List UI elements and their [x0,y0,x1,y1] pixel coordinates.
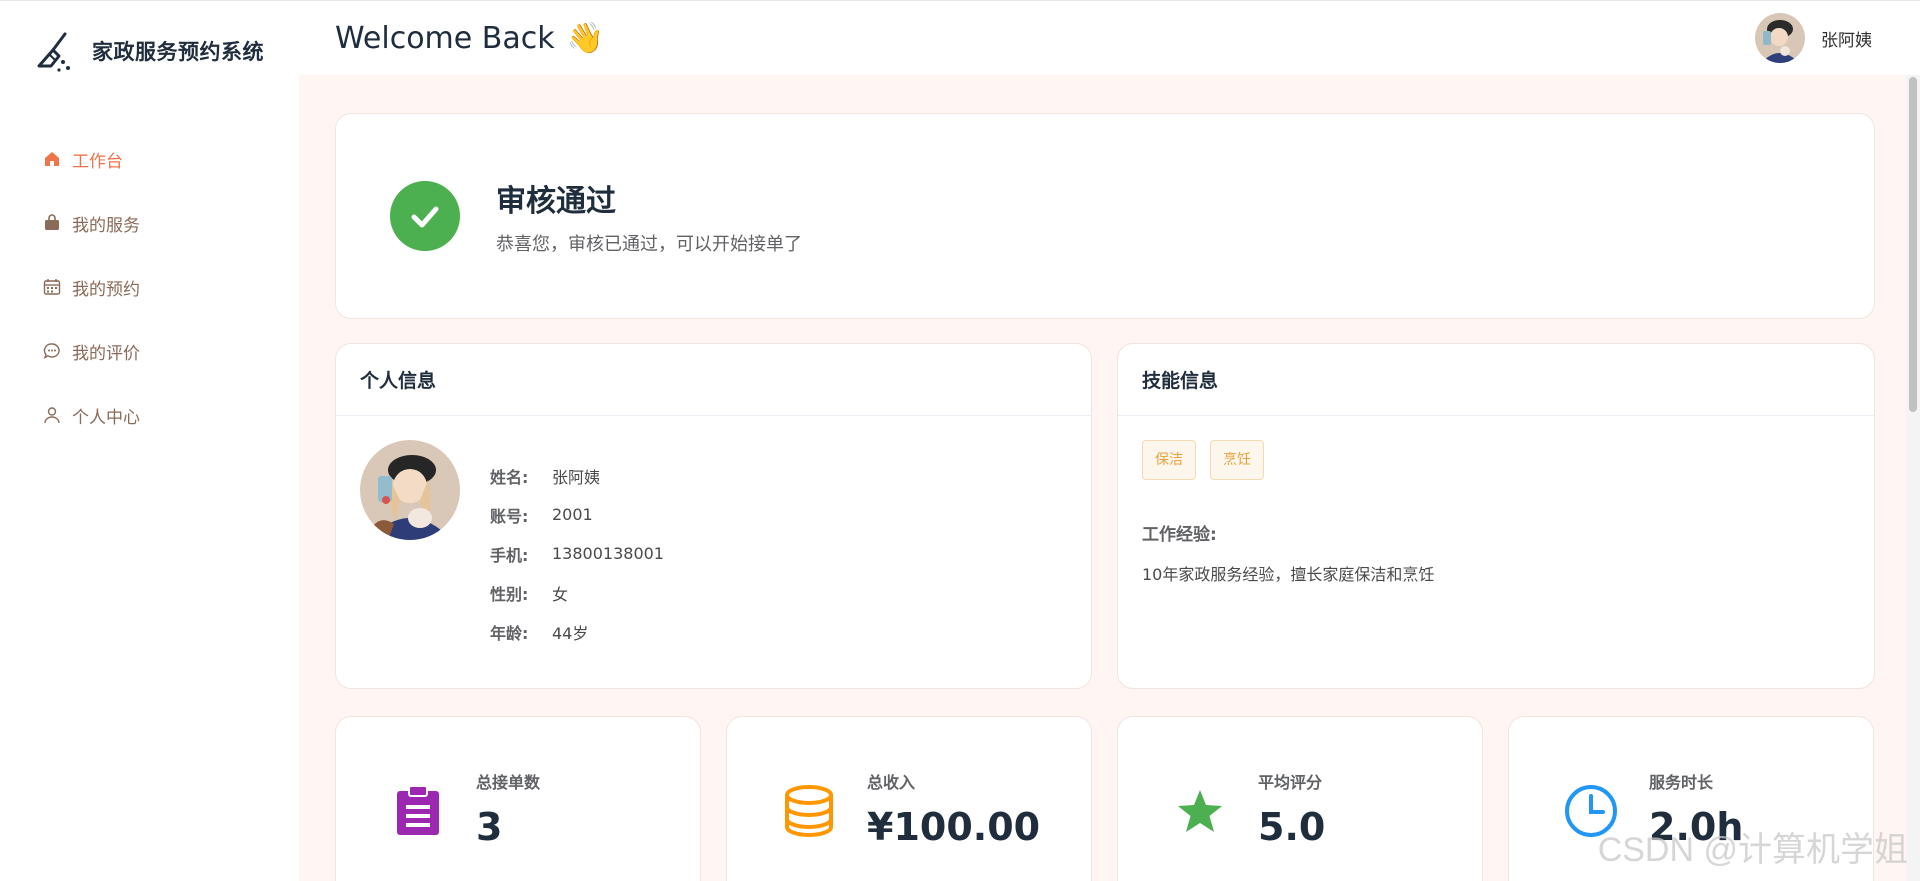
approval-status-card: 审核通过 恭喜您，审核已通过，可以开始接单了 [335,113,1875,319]
field-label: 手机: [490,545,529,565]
field-age: 年龄: 44岁 [490,612,664,651]
coins-icon [781,783,837,839]
skills-body: 保洁 烹饪 工作经验: 10年家政服务经验，擅长家庭保洁和烹饪 [1118,416,1874,609]
stat-text: 总收入 ¥100.00 [867,769,1040,849]
sidebar-item-label: 工作台 [72,151,123,172]
status-title: 审核通过 [496,184,616,219]
brand-title: 家政服务预约系统 [92,40,264,64]
field-name: 姓名: 张阿姨 [490,456,664,495]
skills-info-title: 技能信息 [1118,344,1874,416]
scrollbar-thumb[interactable] [1909,77,1917,412]
watermark: CSDN @计算机学姐 [1597,831,1908,869]
stat-card-total-income: 总收入 ¥100.00 [726,716,1092,881]
calendar-icon [42,277,62,297]
stat-text: 总接单数 3 [476,769,540,849]
star-icon [1172,783,1228,839]
shopping-bag-icon [42,213,62,233]
field-gender: 性别: 女 [490,573,664,612]
sidebar-item-profile[interactable]: 个人中心 [0,383,299,447]
field-account: 账号: 2001 [490,495,664,534]
personal-fields: 姓名: 张阿姨 账号: 2001 手机: 13800138001 性别: 女 年… [490,456,664,651]
field-value: 44岁 [552,623,589,643]
avatar [360,440,460,540]
field-label: 姓名: [490,467,529,487]
stat-label: 总接单数 [476,773,541,792]
avatar[interactable] [1755,13,1805,63]
home-icon [42,149,62,169]
skill-tag: 保洁 [1142,440,1196,480]
personal-info-body: 姓名: 张阿姨 账号: 2001 手机: 13800138001 性别: 女 年… [336,416,1091,675]
experience-text: 10年家政服务经验，擅长家庭保洁和烹饪 [1142,565,1435,584]
sidebar-item-label: 我的评价 [72,343,140,364]
welcome-text: Welcome Back [335,20,555,56]
status-text: 审核通过 恭喜您，审核已通过，可以开始接单了 [496,176,802,256]
stat-value: ¥100.00 [867,805,1041,849]
field-value: 2001 [552,505,593,524]
field-value: 女 [552,584,569,604]
field-label: 年龄: [490,623,529,643]
stat-value: 3 [476,805,503,849]
field-label: 性别: [490,584,529,604]
check-circle-icon [390,181,460,251]
stat-text: 平均评分 5.0 [1258,769,1325,849]
main-content: 审核通过 恭喜您，审核已通过，可以开始接单了 个人信息 姓名: 张阿姨 账号: … [299,75,1906,881]
user-icon [42,405,62,425]
sidebar-item-my-bookings[interactable]: 我的预约 [0,255,299,319]
field-value: 13800138001 [552,544,664,563]
field-value: 张阿姨 [552,467,601,487]
brand[interactable]: 家政服务预约系统 [0,1,299,101]
chat-bubble-icon [42,341,62,361]
user-name: 张阿姨 [1821,30,1872,51]
experience-label: 工作经验: [1142,525,1217,545]
stat-card-average-rating: 平均评分 5.0 [1117,716,1483,881]
sidebar-item-my-reviews[interactable]: 我的评价 [0,319,299,383]
personal-info-title: 个人信息 [336,344,1091,416]
user-menu[interactable]: 张阿姨 [1755,13,1872,63]
skill-tags: 保洁 烹饪 [1142,440,1850,480]
field-label: 账号: [490,506,529,526]
sidebar-item-workbench[interactable]: 工作台 [0,127,299,191]
stat-label: 总收入 [867,773,916,792]
waving-hand-icon: 👋 [566,20,604,56]
sidebar-item-my-services[interactable]: 我的服务 [0,191,299,255]
welcome-heading: Welcome Back 👋 [335,21,604,56]
stat-value: 5.0 [1258,805,1326,849]
status-description: 恭喜您，审核已通过，可以开始接单了 [496,234,802,255]
sidebar-item-label: 个人中心 [72,407,140,428]
sidebar-nav: 工作台 我的服务 我的预约 我的评价 个人中心 [0,127,299,447]
top-header: Welcome Back 👋 张阿姨 [299,0,1920,75]
field-phone: 手机: 13800138001 [490,534,664,573]
sidebar-item-label: 我的预约 [72,279,140,300]
stat-card-total-orders: 总接单数 3 [335,716,701,881]
broom-icon [28,27,76,75]
sidebar-item-label: 我的服务 [72,215,140,236]
sidebar: 家政服务预约系统 工作台 我的服务 我的预约 我的评价 个人中心 [0,0,299,881]
personal-info-card: 个人信息 姓名: 张阿姨 账号: 2001 手机: 13800138001 性别… [335,343,1092,689]
clipboard-icon [390,783,446,839]
stat-label: 服务时长 [1649,773,1714,792]
skill-tag: 烹饪 [1210,440,1264,480]
stat-label: 平均评分 [1258,773,1323,792]
skills-info-card: 技能信息 保洁 烹饪 工作经验: 10年家政服务经验，擅长家庭保洁和烹饪 [1117,343,1875,689]
